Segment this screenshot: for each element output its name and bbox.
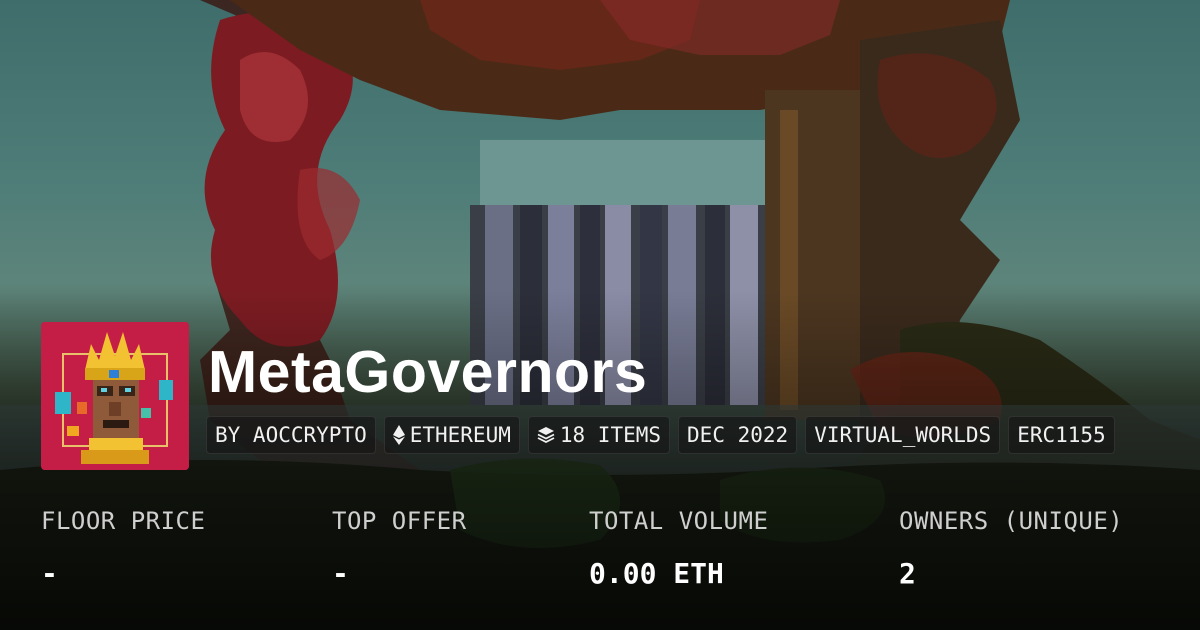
stat-total-volume: TOTAL VOLUME 0.00 ETH xyxy=(589,505,768,594)
layers-icon xyxy=(537,427,555,444)
ethereum-icon xyxy=(392,425,405,445)
crowned-pixel-figure-icon xyxy=(41,322,189,470)
stat-label: TOTAL VOLUME xyxy=(589,507,769,535)
tag-creator[interactable]: BY AOCCRYPTO xyxy=(206,416,376,454)
stat-value: - xyxy=(332,557,349,590)
collection-tags: BY AOCCRYPTO ETHEREUM 18 ITEMS DEC 2022 … xyxy=(206,416,1115,454)
stat-value: 0.00 ETH xyxy=(589,557,724,590)
tag-label: DEC 2022 xyxy=(687,423,789,447)
collection-avatar xyxy=(41,322,189,470)
collection-preview-card: MetaGovernors BY AOCCRYPTO ETHEREUM 18 I… xyxy=(0,0,1200,630)
tag-category[interactable]: VIRTUAL_WORLDS xyxy=(805,416,1001,454)
tag-standard[interactable]: ERC1155 xyxy=(1008,416,1115,454)
tag-label: BY AOCCRYPTO xyxy=(215,423,367,447)
stat-label: TOP OFFER xyxy=(332,507,467,535)
collection-title: MetaGovernors xyxy=(208,339,648,405)
tag-label: ERC1155 xyxy=(1017,423,1106,447)
stat-floor-price: FLOOR PRICE - xyxy=(41,505,205,594)
tag-date[interactable]: DEC 2022 xyxy=(678,416,798,454)
tag-label: 18 ITEMS xyxy=(559,423,662,447)
stat-owners: OWNERS (UNIQUE) 2 xyxy=(899,505,1123,594)
stat-label: FLOOR PRICE xyxy=(41,507,206,535)
tag-chain[interactable]: ETHEREUM xyxy=(383,416,520,454)
stat-label: OWNERS (UNIQUE) xyxy=(899,507,1124,535)
tag-label: ETHEREUM xyxy=(409,423,511,447)
stat-top-offer: TOP OFFER - xyxy=(332,505,467,594)
tag-label: VIRTUAL_WORLDS xyxy=(814,423,992,447)
stat-value: - xyxy=(41,557,58,590)
stat-value: 2 xyxy=(899,557,916,590)
tag-items[interactable]: 18 ITEMS xyxy=(527,416,671,454)
